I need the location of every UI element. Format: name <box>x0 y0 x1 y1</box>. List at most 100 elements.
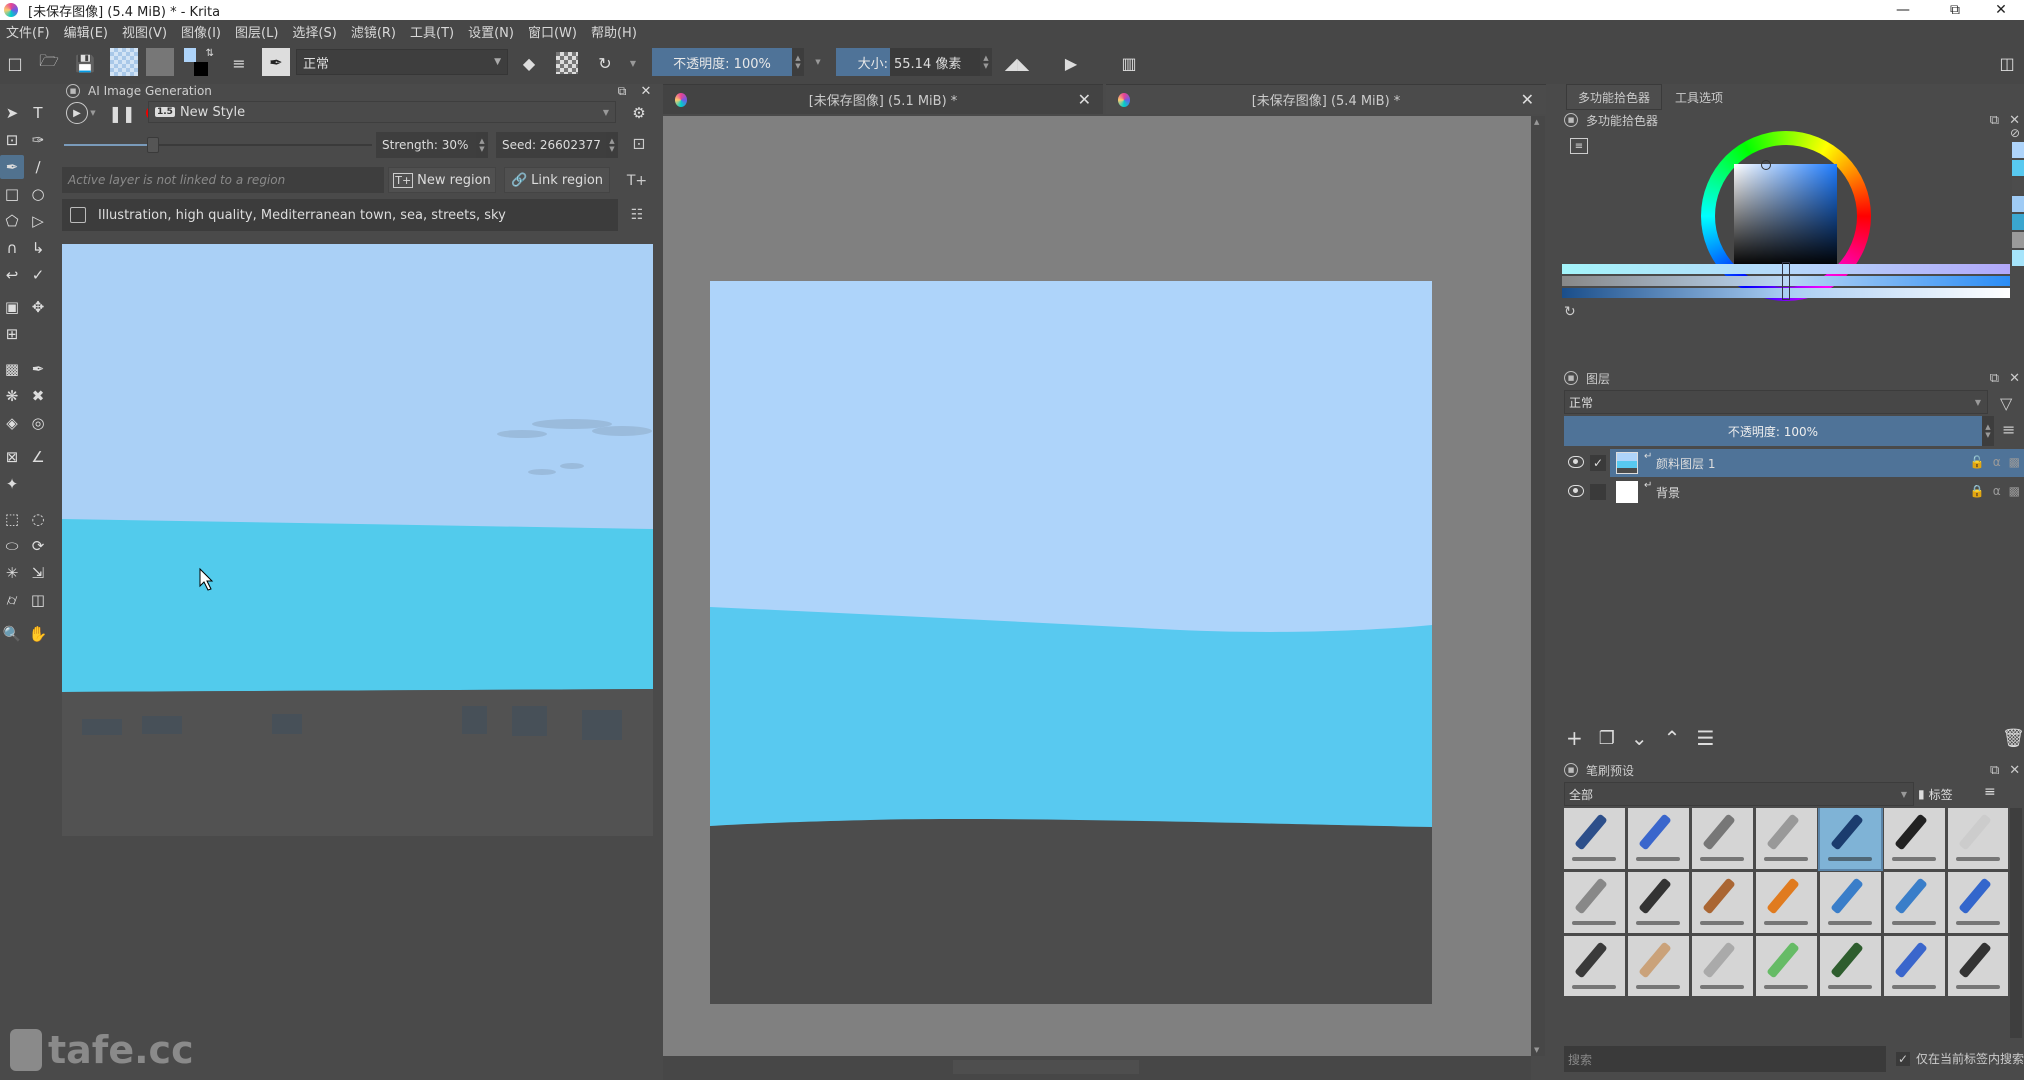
workspace-icon[interactable]: ◫ <box>1996 52 2018 74</box>
layer-checkbox[interactable] <box>1590 484 1606 500</box>
bezier-select-tool-icon[interactable]: ⌭ <box>0 588 24 612</box>
clear-color-history-icon[interactable]: ⊘ <box>2010 126 2020 140</box>
strength-spinner[interactable]: ▲ ▼ <box>476 132 488 158</box>
float-panel-icon[interactable]: ⧉ <box>1990 763 1999 778</box>
polyline-tool-icon[interactable]: ▷ <box>26 209 50 233</box>
ellipse-tool-icon[interactable]: ○ <box>26 182 50 206</box>
size-spinner[interactable]: ▲ ▼ <box>980 48 992 76</box>
eraser-icon[interactable]: ◆ <box>518 52 540 74</box>
polygon-select-tool-icon[interactable]: ⬭ <box>0 534 24 558</box>
duplicate-layer-icon[interactable]: ❐ <box>1599 728 1615 749</box>
color-picker-tool-icon[interactable]: ✒ <box>26 357 50 381</box>
brush-preset-item[interactable] <box>1884 936 1945 996</box>
menu-help[interactable]: 帮助(H) <box>591 22 637 41</box>
strength-field[interactable]: Strength: 30% <box>376 132 476 158</box>
select-shapes-tool-icon[interactable]: ➤ <box>0 101 24 125</box>
assistant-tool-icon[interactable]: ⊠ <box>0 445 24 469</box>
brush-preset-item[interactable] <box>1692 936 1753 996</box>
menu-filter[interactable]: 滤镜(R) <box>351 22 396 41</box>
brush-preset-item[interactable] <box>1564 936 1625 996</box>
brush-preset-item[interactable] <box>1820 872 1881 933</box>
close-tab-icon[interactable]: ✕ <box>1078 90 1091 109</box>
edit-shapes-tool-icon[interactable]: ⊡ <box>0 128 24 152</box>
polygon-tool-icon[interactable]: ⬠ <box>0 209 24 233</box>
brush-preset-item[interactable] <box>1628 872 1689 933</box>
float-panel-icon[interactable]: ⧉ <box>1990 113 1999 128</box>
recent-color-swatch[interactable] <box>2012 232 2024 248</box>
brush-preset-item[interactable] <box>1948 808 2008 869</box>
add-layer-region-icon[interactable]: ☷ <box>626 204 648 226</box>
recent-color-swatch[interactable] <box>2012 142 2024 158</box>
pause-icon[interactable]: ❚❚ <box>109 102 136 124</box>
open-document-icon[interactable]: 🗁 <box>38 51 60 74</box>
zoom-tool-icon[interactable]: 🔍 <box>0 622 24 646</box>
move-tool-icon[interactable]: ✥ <box>26 295 50 319</box>
horizontal-scroll-thumb[interactable] <box>953 1060 1139 1074</box>
lock-icon[interactable]: ■ <box>1564 371 1578 385</box>
restore-button[interactable]: ⧉ <box>1932 0 1978 20</box>
inherit-alpha-icon[interactable]: ▩ <box>2009 484 2020 498</box>
brush-preset-icon[interactable]: ✒ <box>262 48 290 76</box>
add-layer-icon[interactable]: + <box>1566 726 1583 750</box>
crop-tool-icon[interactable]: ⊞ <box>0 322 24 346</box>
horizontal-scrollbar[interactable] <box>663 1056 1531 1080</box>
inherit-alpha-icon[interactable]: ▩ <box>2009 455 2020 469</box>
mirror-vertical-icon[interactable]: ▶ <box>1060 52 1082 74</box>
close-tab-icon[interactable]: ✕ <box>1521 90 1534 109</box>
lock-icon[interactable]: ■ <box>1564 113 1578 127</box>
calligraphy-tool-icon[interactable]: ✑ <box>26 128 50 152</box>
move-layer-down-icon[interactable]: ⌄ <box>1631 726 1648 750</box>
menu-window[interactable]: 窗口(W) <box>528 22 577 41</box>
eye-icon[interactable] <box>1568 456 1584 468</box>
float-panel-icon[interactable]: ⧉ <box>1990 371 1999 386</box>
multibrush-tool-icon[interactable]: ✓ <box>26 263 50 287</box>
menu-select[interactable]: 选择(S) <box>292 22 336 41</box>
layer-menu-icon[interactable]: ≡ <box>2002 420 2015 439</box>
enclose-fill-tool-icon[interactable]: ◎ <box>26 411 50 435</box>
document-tab-2[interactable]: [未保存图像] (5.4 MiB) * ✕ <box>1106 84 1546 114</box>
layer-blend-mode-select[interactable]: 正常 ▼ <box>1564 390 1988 414</box>
menu-tools[interactable]: 工具(T) <box>410 22 454 41</box>
lock-icon[interactable]: ■ <box>1564 763 1578 777</box>
style-settings-icon[interactable]: ⚙ <box>628 102 650 124</box>
tab-advanced-color-selector[interactable]: 多功能拾色器 <box>1566 84 1662 110</box>
brush-preset-item[interactable] <box>1756 808 1817 869</box>
unlock-icon[interactable]: 🔓 <box>1970 455 1985 469</box>
menu-view[interactable]: 视图(V) <box>122 22 167 41</box>
brush-preset-item[interactable] <box>1628 808 1689 869</box>
layer-properties-icon[interactable]: ☰ <box>1696 726 1714 750</box>
ellipse-select-tool-icon[interactable]: ◌ <box>26 507 50 531</box>
reload-preset-icon[interactable]: ↻ <box>594 52 616 74</box>
tab-tool-options[interactable]: 工具选项 <box>1664 84 1734 110</box>
contiguous-select-tool-icon[interactable]: ✳ <box>0 561 24 585</box>
layer-row[interactable]: ↵ 背景 🔒 α ▩ <box>1558 478 2024 506</box>
brush-tag-button[interactable]: ▮ 标签 <box>1918 782 1953 806</box>
brush-preset-item[interactable] <box>1564 808 1625 869</box>
brush-preset-item[interactable] <box>1818 808 1883 871</box>
document-tab-1[interactable]: [未保存图像] (5.1 MiB) * ✕ <box>663 84 1103 114</box>
save-icon[interactable]: 💾 <box>74 52 96 74</box>
reference-images-tool-icon[interactable]: ✦ <box>0 472 24 496</box>
brush-preset-item[interactable] <box>1948 872 2008 933</box>
preserve-alpha-icon[interactable] <box>556 52 578 74</box>
layer-opacity-slider[interactable]: 不透明度: 100% <box>1564 416 1982 446</box>
generated-preview-image[interactable] <box>62 244 653 836</box>
blend-mode-select[interactable]: 正常 ▼ <box>296 49 508 75</box>
menu-settings[interactable]: 设置(N) <box>468 22 514 41</box>
brush-scrollbar[interactable] <box>2010 808 2022 1038</box>
slider-marker[interactable] <box>1782 262 1790 300</box>
add-region-icon[interactable]: T+ <box>626 170 648 192</box>
gradient-tool-icon[interactable]: ▩ <box>0 357 24 381</box>
menu-layer[interactable]: 图层(L) <box>235 22 278 41</box>
measure-tool-icon[interactable]: ∠ <box>26 445 50 469</box>
eye-icon[interactable] <box>1568 485 1584 497</box>
colorize-mask-tool-icon[interactable]: ✖ <box>26 384 50 408</box>
checkbox-checked-icon[interactable]: ✓ <box>1896 1051 1910 1066</box>
canvas-viewport[interactable] <box>663 116 1531 1056</box>
float-docker-icon[interactable]: ⧉ <box>614 82 630 100</box>
menu-edit[interactable]: 编辑(E) <box>64 22 108 41</box>
search-in-tag-checkbox[interactable]: ✓ 仅在当前标签内搜索 <box>1896 1050 2024 1067</box>
lock-icon[interactable]: ■ <box>66 84 80 98</box>
brush-preset-item[interactable] <box>1884 808 1945 869</box>
close-panel-icon[interactable]: ✕ <box>2009 763 2020 778</box>
